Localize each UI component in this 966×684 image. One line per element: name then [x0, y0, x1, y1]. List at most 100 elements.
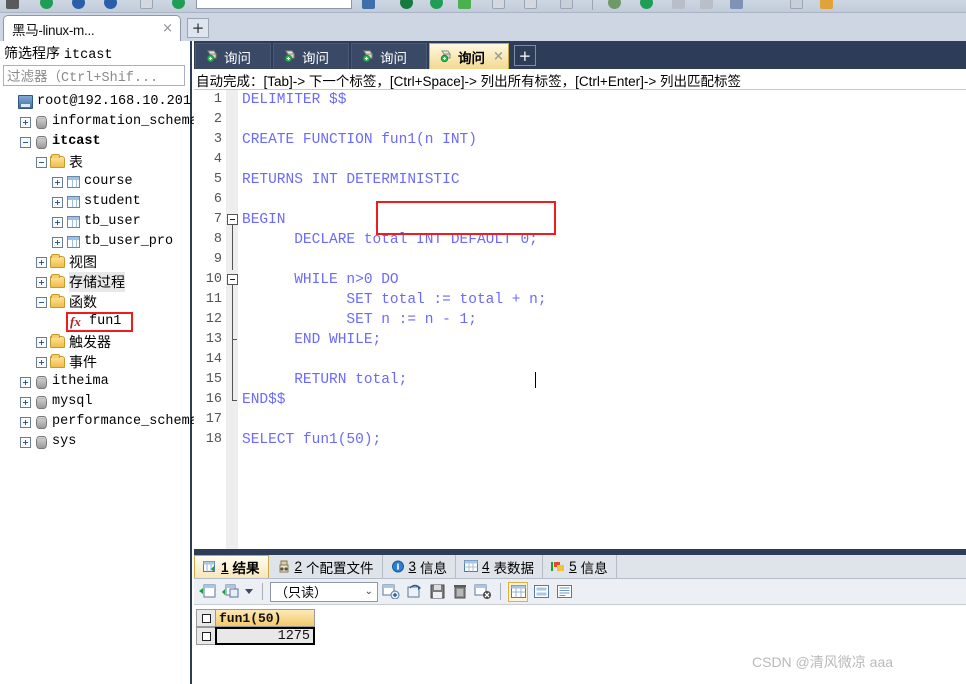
expand-icon[interactable] [52, 196, 63, 208]
collapse-icon[interactable] [36, 156, 47, 168]
toolbar-icon-7[interactable] [400, 0, 413, 9]
tree-item-itcast[interactable]: itcast [0, 132, 192, 152]
toolbar-icon-18[interactable] [790, 0, 803, 9]
toolbar-icon-1[interactable] [40, 0, 53, 9]
tree-item-[interactable]: 事件 [0, 352, 192, 372]
editor-tab-2[interactable]: 询问 [273, 43, 349, 69]
save-icon[interactable] [427, 582, 447, 602]
toolbar-icon-2[interactable] [72, 0, 85, 9]
toolbar-icon-16[interactable] [700, 0, 713, 9]
add-row-icon[interactable] [381, 582, 401, 602]
database-icon [36, 415, 47, 429]
grid-row[interactable]: 1275 [196, 627, 315, 645]
toolbar-text-field[interactable] [196, 0, 352, 9]
toolbar-icon-10[interactable] [492, 0, 505, 9]
tree-item-[interactable]: 表 [0, 152, 192, 172]
toolbar-icon-12[interactable] [560, 0, 573, 9]
tree-item-fun1[interactable]: fx fun1 [0, 312, 192, 332]
tree-item-[interactable]: 存储过程 [0, 272, 192, 292]
toolbar-icon-3[interactable] [104, 0, 117, 9]
tree-item-student[interactable]: student [0, 192, 192, 212]
toolbar-icon-9[interactable] [458, 0, 471, 9]
tree-item-mysql[interactable]: mysql [0, 392, 192, 412]
tree-item-[interactable]: 触发器 [0, 332, 192, 352]
editor-tab-1[interactable]: 询问 [195, 43, 271, 69]
close-icon[interactable]: × [159, 21, 176, 36]
toolbar-icon-13[interactable] [608, 0, 621, 9]
grid-view-icon[interactable] [508, 581, 528, 602]
filter-header-prefix: 筛选程序 [4, 45, 60, 61]
toolbar-icon-15[interactable] [672, 0, 685, 9]
results-tab-1[interactable]: 1 结果 [194, 555, 269, 578]
toolbar-icon-6[interactable] [362, 0, 375, 9]
code-line: 6 [194, 190, 966, 210]
results-tab-5[interactable]: 5 信息 [543, 555, 617, 578]
fold-toggle-while[interactable] [227, 274, 238, 285]
revert-icon[interactable] [473, 582, 493, 602]
sql-code-editor[interactable]: 1 DELIMITER $$ 2 3 CREATE FUNCTION fun1(n IN… [194, 90, 966, 549]
tree-item-content: 函数 [50, 292, 97, 312]
toolbar-icon-4[interactable] [140, 0, 153, 9]
toolbar-icon-14[interactable] [640, 0, 653, 9]
expand-icon[interactable] [20, 396, 31, 408]
expand-icon[interactable] [52, 176, 63, 188]
tree-item-itheima[interactable]: itheima [0, 372, 192, 392]
fold-toggle-begin[interactable] [227, 214, 238, 225]
toolbar-icon-5[interactable] [172, 0, 185, 9]
tree-item-[interactable]: 视图 [0, 252, 192, 272]
expand-icon[interactable] [36, 356, 47, 368]
results-tab-2[interactable]: 2 个配置文件 [268, 555, 383, 578]
tree-item-content: tb_user [66, 212, 141, 232]
expand-icon[interactable] [52, 216, 63, 228]
expand-icon[interactable] [36, 336, 47, 348]
toolbar-icon-8[interactable] [430, 0, 443, 9]
query-icon [440, 49, 454, 65]
toolbar-icon-11[interactable] [524, 0, 537, 9]
tree-item-sys[interactable]: sys [0, 432, 192, 452]
duplicate-row-icon[interactable] [404, 582, 424, 602]
code-line: 14 [194, 350, 966, 370]
database-navigator-panel: 筛选程序 itcast 过滤器（Ctrl+Shif... root@192.16… [0, 41, 198, 684]
tree-item-root19216810201[interactable]: root@192.168.10.201 [0, 92, 192, 112]
export-grid-icon[interactable] [220, 582, 240, 602]
result-grid[interactable]: fun1(50) 1275 [196, 609, 315, 645]
fold-end-marker [232, 390, 237, 401]
tree-item-course[interactable]: course [0, 172, 192, 192]
new-query-tab-button[interactable]: + [513, 45, 536, 66]
grid-cell[interactable]: 1275 [215, 627, 315, 645]
collapse-icon[interactable] [36, 296, 47, 308]
new-window-tab-button[interactable]: + [187, 18, 209, 38]
collapse-icon[interactable] [20, 136, 31, 148]
text-view-icon[interactable] [554, 582, 574, 602]
toolbar-icon-17[interactable] [730, 0, 743, 9]
toolbar-icon-19[interactable] [820, 0, 833, 9]
form-view-icon[interactable] [531, 582, 551, 602]
expand-icon[interactable] [36, 276, 47, 288]
import-grid-icon[interactable] [197, 582, 217, 602]
edit-mode-select[interactable]: （只读） ⌄ [270, 581, 378, 602]
expand-icon[interactable] [20, 436, 31, 448]
expand-icon[interactable] [20, 416, 31, 428]
delete-row-icon[interactable] [450, 582, 470, 602]
expand-icon[interactable] [52, 236, 63, 248]
editor-tab-3[interactable]: 询问 [351, 43, 427, 69]
tree-item-performance_schema[interactable]: performance_schema [0, 412, 198, 432]
tree-item-tb_user[interactable]: tb_user [0, 212, 192, 232]
row-selector[interactable] [196, 627, 215, 645]
results-tab-3[interactable]: 3 信息 [382, 555, 457, 578]
close-icon[interactable]: × [493, 49, 504, 64]
expand-icon[interactable] [36, 256, 47, 268]
window-tab[interactable]: 黑马-linux-m... × [3, 15, 181, 41]
tree-item-information_schema[interactable]: information_schema [0, 112, 198, 132]
grid-column-header[interactable]: fun1(50) [215, 609, 315, 627]
expand-icon[interactable] [20, 376, 31, 388]
tree-item-[interactable]: 函数 [0, 292, 192, 312]
filter-input[interactable]: 过滤器（Ctrl+Shif... [3, 65, 185, 86]
toolbar-icon-0[interactable] [6, 0, 19, 9]
tree-item-tb_user_pro[interactable]: tb_user_pro [0, 232, 192, 252]
row-selector[interactable] [196, 609, 215, 627]
results-tab-4[interactable]: 4 表数据 [456, 555, 544, 578]
expand-icon[interactable] [20, 116, 31, 128]
editor-tab-4[interactable]: 询问 × [429, 43, 509, 69]
dropdown-caret-icon[interactable] [243, 582, 255, 602]
